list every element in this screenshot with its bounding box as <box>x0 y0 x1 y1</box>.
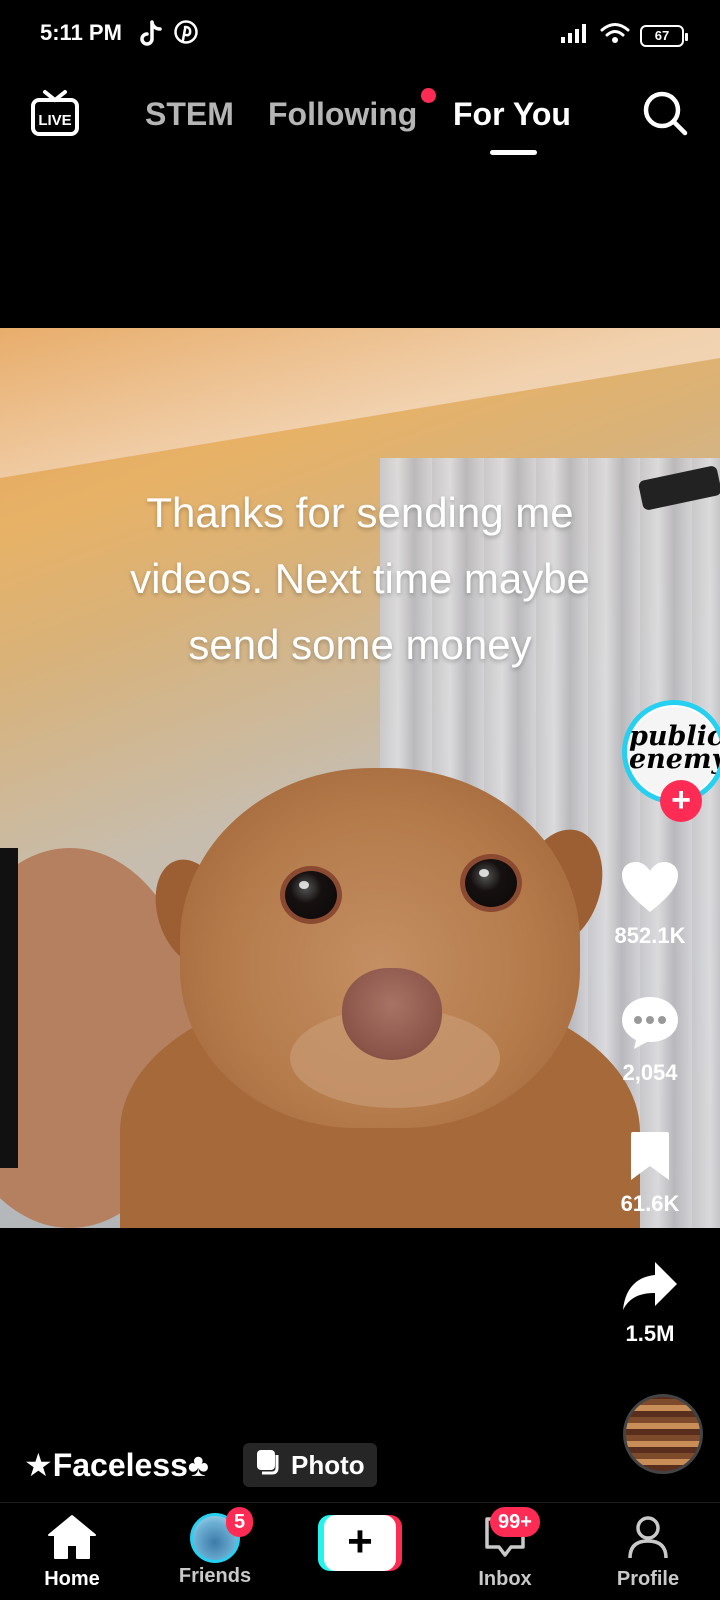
svg-text:LIVE: LIVE <box>38 112 71 129</box>
live-icon[interactable]: LIVE <box>30 88 80 145</box>
pinterest-icon <box>174 20 198 49</box>
dog-nose <box>342 968 442 1060</box>
wifi-icon <box>600 22 630 49</box>
follow-button[interactable]: + <box>660 780 702 822</box>
nav-inbox[interactable]: 99+ Inbox <box>450 1507 560 1591</box>
dog-head <box>180 768 580 1128</box>
video-caption: Thanks for sending me videos. Next time … <box>60 480 660 678</box>
shirt-strap <box>0 848 18 1168</box>
video-player[interactable] <box>0 328 720 1228</box>
author-name[interactable]: ★Faceless♣ <box>24 1446 209 1484</box>
caption-line: send some money <box>188 621 532 668</box>
plus-icon: + <box>324 1515 396 1571</box>
save-button[interactable]: 61.6K <box>580 1130 720 1217</box>
nav-inbox-label: Inbox <box>478 1568 532 1590</box>
creator-avatar[interactable]: public enemy + <box>622 700 720 822</box>
save-count: 61.6K <box>620 1191 680 1216</box>
share-button[interactable]: 1.5M <box>580 1260 720 1347</box>
active-tab-indicator <box>490 150 537 155</box>
dog-eye-right <box>460 854 522 912</box>
bookmark-icon <box>627 1132 673 1186</box>
caption-line: Thanks for sending me <box>146 489 574 536</box>
nav-friends-label: Friends <box>178 1565 252 1587</box>
inbox-icon <box>481 1517 529 1565</box>
top-nav: LIVE STEM Following For You <box>0 80 720 160</box>
create-button[interactable]: + <box>318 1515 402 1571</box>
chihuahua-image <box>120 768 640 1228</box>
ceiling <box>0 328 720 478</box>
caption-line: videos. Next time maybe <box>130 555 590 602</box>
tab-for-you[interactable]: For You <box>453 96 571 133</box>
comment-button[interactable]: 2,054 <box>580 995 720 1086</box>
status-bar: 5:11 PM 67 <box>0 0 720 70</box>
nav-home-label: Home <box>44 1568 100 1590</box>
signal-icon <box>560 23 590 48</box>
like-button[interactable]: 852.1K <box>580 860 720 949</box>
friends-badge: 5 <box>226 1507 254 1537</box>
like-count: 852.1K <box>614 923 686 948</box>
nav-profile[interactable]: Profile <box>593 1513 703 1591</box>
photo-badge: Photo <box>243 1443 377 1487</box>
share-count: 1.5M <box>625 1321 675 1346</box>
inbox-badge: 99+ <box>490 1507 540 1537</box>
heart-icon <box>620 862 680 918</box>
photo-badge-label: Photo <box>291 1449 365 1480</box>
sound-disc[interactable] <box>623 1394 703 1474</box>
nav-profile-label: Profile <box>616 1568 680 1590</box>
share-arrow-icon <box>621 1262 679 1316</box>
status-time: 5:11 PM <box>40 20 122 45</box>
photo-icon <box>255 1448 283 1483</box>
comment-icon <box>620 997 680 1055</box>
home-icon <box>46 1515 98 1565</box>
battery-indicator: 67 <box>640 24 688 47</box>
comment-count: 2,054 <box>622 1060 678 1085</box>
tab-stem[interactable]: STEM <box>145 96 234 133</box>
tab-following[interactable]: Following <box>268 96 417 133</box>
bottom-nav: Home 5 Friends + 99+ Inbox Profile <box>0 1502 720 1600</box>
nav-friends[interactable]: 5 Friends <box>160 1507 270 1588</box>
profile-icon <box>624 1516 672 1565</box>
nav-home[interactable]: Home <box>17 1513 127 1591</box>
dog-eye-left <box>280 866 342 924</box>
search-icon[interactable] <box>642 90 688 141</box>
notification-dot <box>421 88 436 103</box>
tiktok-icon <box>138 20 162 53</box>
